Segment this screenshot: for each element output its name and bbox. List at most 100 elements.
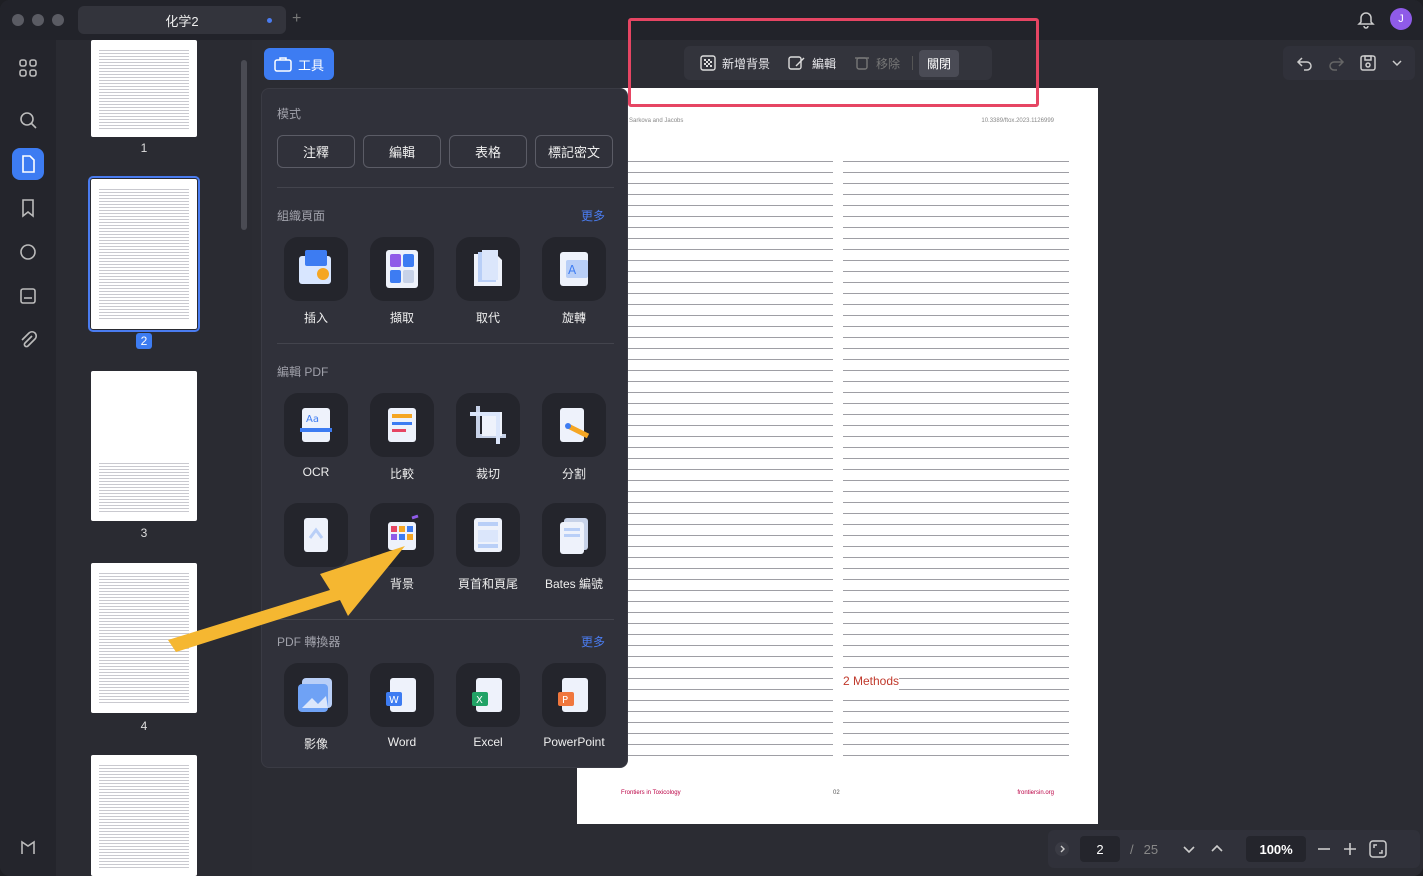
to-excel-tool[interactable]: X Excel [452, 663, 524, 749]
highlight-box [628, 18, 1039, 107]
left-rail [0, 40, 56, 876]
undo-icon[interactable] [1296, 54, 1314, 72]
thumbnail-page-4[interactable] [91, 563, 197, 713]
page-navigation: 2 / 25 100% [1048, 830, 1420, 868]
attachment-icon[interactable] [12, 324, 44, 356]
thumbnail-number: 2 [91, 333, 197, 349]
converter-more-link[interactable]: 更多 [581, 633, 605, 650]
svg-text:P: P [562, 695, 568, 706]
document-tab-title: 化学2 [165, 13, 199, 29]
split-icon [560, 408, 590, 442]
extract-tool[interactable]: 擷取 [366, 237, 438, 326]
edit-pdf-section-title: 編輯 PDF [277, 365, 329, 379]
thumbnail-panel: 1 2 3 4 [56, 40, 252, 876]
page-header-right: 10.3389/ftox.2023.1126999 [981, 118, 1054, 124]
to-powerpoint-tool[interactable]: P PowerPoint [538, 663, 610, 749]
thumbnail-number: 3 [140, 526, 148, 540]
grid-icon[interactable] [12, 52, 44, 84]
extract-label: 擷取 [389, 311, 414, 325]
sidebar-toggle-icon[interactable] [12, 832, 44, 864]
next-page-icon[interactable] [1180, 840, 1198, 858]
pages-icon[interactable] [12, 148, 44, 180]
image-label: 影像 [303, 737, 328, 751]
mode-annotate-button[interactable]: 注釋 [277, 135, 355, 168]
zoom-window-button[interactable] [52, 14, 64, 26]
background-tool[interactable]: 背景 [366, 503, 438, 592]
save-icon[interactable] [1358, 53, 1378, 73]
header-footer-tool[interactable]: 頁首和頁尾 [452, 503, 524, 592]
comment-icon[interactable] [12, 236, 44, 268]
thumbnail-number: 4 [140, 719, 148, 733]
chevron-right-icon[interactable] [1054, 841, 1070, 857]
rotate-tool[interactable]: A 旋轉 [538, 237, 610, 326]
close-window-button[interactable] [12, 14, 24, 26]
minimize-window-button[interactable] [32, 14, 44, 26]
mode-form-button[interactable]: 表格 [449, 135, 527, 168]
crop-icon [470, 406, 506, 444]
avatar[interactable]: J [1390, 8, 1412, 30]
bates-number-label: Bates 編號 [544, 577, 604, 591]
thumbnail-page-2[interactable] [88, 176, 200, 332]
page-footer-center: 02 [833, 790, 840, 796]
page-number-input[interactable]: 2 [1080, 836, 1120, 862]
ocr-tool[interactable]: Aa OCR [280, 393, 352, 479]
section-divider [277, 187, 614, 188]
powerpoint-icon: P [558, 678, 588, 712]
replace-tool[interactable]: 取代 [452, 237, 524, 326]
total-pages: 25 [1143, 841, 1159, 857]
replace-label: 取代 [475, 311, 500, 325]
insert-tool[interactable]: 插入 [280, 237, 352, 326]
to-word-tool[interactable]: W Word [366, 663, 438, 749]
watermark-tool[interactable] [280, 503, 352, 575]
split-label: 分割 [561, 467, 586, 481]
word-icon: W [386, 678, 416, 712]
tools-button[interactable]: 工具 [264, 48, 334, 80]
split-tool[interactable]: 分割 [538, 393, 610, 482]
bookmark-icon[interactable] [12, 192, 44, 224]
thumbnail-number: 1 [140, 141, 148, 155]
mode-redact-button[interactable]: 標記密文 [535, 135, 613, 168]
fit-page-icon[interactable] [1368, 839, 1388, 859]
zoom-in-icon[interactable] [1342, 841, 1358, 857]
rotate-label: 旋轉 [561, 311, 586, 325]
previous-page-icon[interactable] [1208, 840, 1226, 858]
tools-panel: 模式 注釋 編輯 表格 標記密文 組織頁面 更多 插入 擷取 取代 A 旋轉 編… [261, 88, 628, 768]
header-footer-icon [474, 518, 502, 552]
organize-more-link[interactable]: 更多 [581, 207, 605, 224]
add-tab-button[interactable]: + [292, 10, 301, 28]
search-icon[interactable] [12, 104, 44, 136]
bell-icon[interactable] [1356, 10, 1376, 30]
zoom-out-icon[interactable] [1316, 841, 1332, 857]
replace-icon [474, 250, 502, 286]
watermark-icon [304, 518, 328, 552]
toolbox-icon [274, 57, 292, 72]
svg-text:A: A [568, 263, 577, 277]
excel-label: Excel [473, 735, 503, 749]
chevron-down-icon[interactable] [1391, 57, 1403, 69]
extract-icon [386, 250, 418, 288]
mode-section-title: 模式 [277, 107, 302, 121]
thumbnail-page-1[interactable] [91, 40, 197, 137]
word-label: Word [387, 735, 417, 749]
compare-tool[interactable]: 比較 [366, 393, 438, 482]
zoom-level[interactable]: 100% [1246, 836, 1307, 862]
thumbnail-page-5[interactable] [91, 755, 197, 876]
page-separator: / [1130, 841, 1134, 857]
svg-text:X: X [476, 695, 483, 706]
text-column-left [607, 156, 833, 766]
mode-edit-button[interactable]: 編輯 [363, 135, 441, 168]
document-tab[interactable]: 化学2 [78, 6, 286, 34]
compare-label: 比較 [389, 467, 414, 481]
to-image-tool[interactable]: 影像 [280, 663, 352, 752]
redo-icon[interactable] [1327, 54, 1345, 72]
form-icon[interactable] [12, 280, 44, 312]
crop-tool[interactable]: 裁切 [452, 393, 524, 482]
thumbnail-scrollbar[interactable] [241, 60, 247, 230]
thumbnail-page-3[interactable] [91, 371, 197, 521]
bates-number-tool[interactable]: Bates 編號 [538, 503, 610, 592]
ocr-label: OCR [302, 465, 330, 479]
background-label: 背景 [389, 577, 414, 591]
organize-section-title: 組織頁面 [277, 209, 326, 223]
top-right-controls [1283, 46, 1415, 80]
insert-icon [299, 250, 331, 284]
